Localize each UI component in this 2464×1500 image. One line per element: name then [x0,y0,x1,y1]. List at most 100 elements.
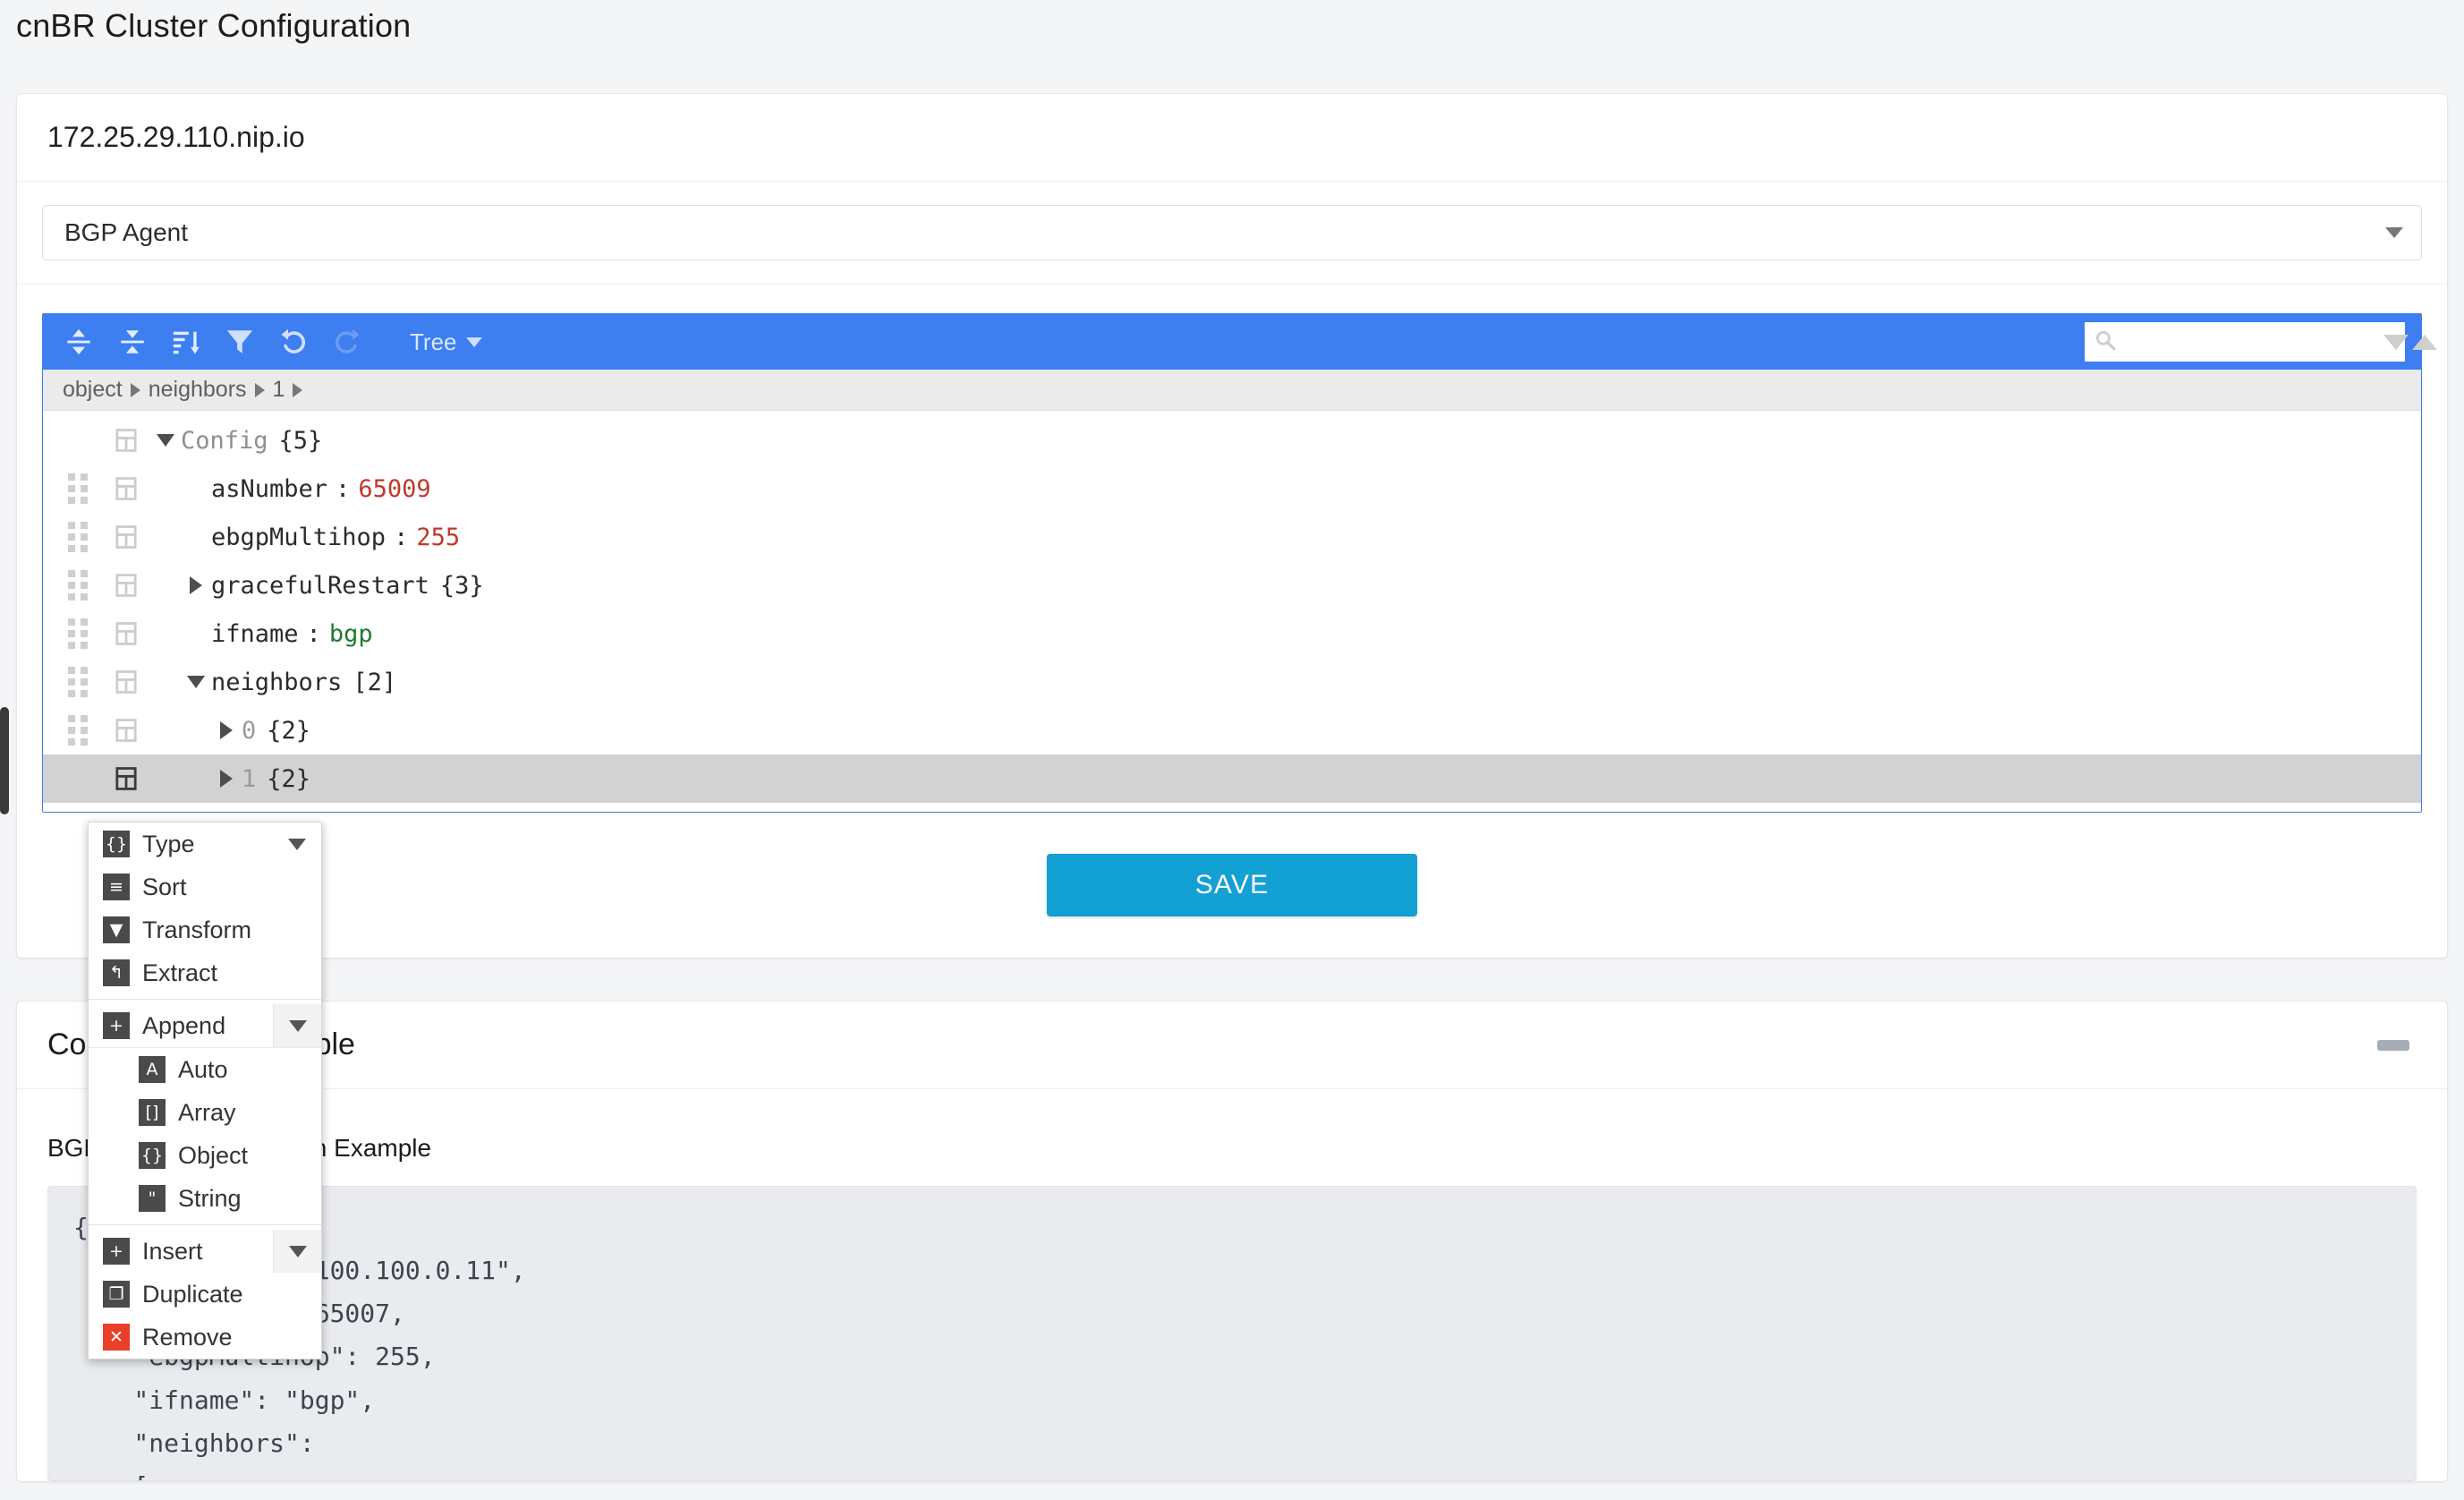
submenu-caret-icon[interactable] [273,822,321,865]
context-menu-item-label: Remove [142,1323,233,1351]
page-scrollbar-thumb[interactable] [0,707,9,814]
triangle-right-icon[interactable] [211,721,242,739]
json-editor-wrap: Tree object neighbors 1 Config {5} asNum… [17,285,2447,813]
redo-icon[interactable] [322,321,372,362]
context-menu-item-append[interactable]: + Append [89,1004,321,1047]
tree-row-value[interactable]: [2] [353,669,396,696]
close-x-icon: ✕ [103,1324,130,1351]
tree-row-content: ifname: bgp [181,620,373,648]
sort-icon[interactable] [161,321,211,362]
context-menu-item-label: Duplicate [142,1280,243,1308]
tree-row-value[interactable]: bgp [329,620,373,648]
minus-icon[interactable] [2377,1039,2409,1051]
context-menu-item-extract[interactable]: ↰ Extract [89,951,321,994]
submenu-caret-icon[interactable] [273,1004,321,1047]
triangle-down-icon[interactable] [181,676,211,688]
json-search-box[interactable] [2085,322,2437,362]
tree-row-key[interactable]: 1 [242,765,256,793]
tree-row-content: 0 {2} [211,717,310,745]
duplicate-icon: ❐ [103,1281,130,1308]
drag-handle-icon[interactable] [68,570,102,601]
json-editor: Tree object neighbors 1 Config {5} asNum… [42,313,2437,813]
context-menu-divider [89,1224,321,1225]
context-menu-item-string[interactable]: " String [124,1177,321,1220]
row-menu-icon[interactable] [102,524,150,550]
tree-row[interactable]: Config {5} [43,416,2421,464]
row-menu-icon[interactable] [102,766,150,791]
triangle-up-icon[interactable] [2412,334,2437,350]
context-menu-item-label: String [178,1184,242,1212]
context-menu-item-type[interactable]: {} Type [89,822,321,865]
breadcrumb-item[interactable]: neighbors [149,377,247,403]
row-menu-icon[interactable] [102,718,150,743]
context-menu-item-remove[interactable]: ✕ Remove [89,1316,321,1359]
tree-node-context-menu[interactable]: {} Type ≡ Sort ▼ Transform ↰ Extract + Append A Aut… [88,822,322,1359]
triangle-right-icon[interactable] [181,576,211,594]
expand-all-icon[interactable] [54,321,104,362]
context-menu-item-transform[interactable]: ▼ Transform [89,908,321,951]
collapse-all-icon[interactable] [107,321,157,362]
drag-handle-icon[interactable] [68,715,102,746]
tree-row-content: asNumber:65009 [181,475,431,503]
page-title: cnBR Cluster Configuration [16,7,412,44]
chevron-down-icon [465,337,482,347]
save-button[interactable]: SAVE [1047,854,1417,916]
triangle-down-icon[interactable] [150,434,181,447]
agent-select[interactable]: BGP Agent [42,205,2422,260]
breadcrumb-item[interactable]: object [63,377,123,403]
context-menu-item-object[interactable]: {} Object [124,1134,321,1177]
tree-row-value[interactable]: 255 [416,524,460,551]
tree-row-key[interactable]: gracefulRestart [211,572,429,600]
context-menu-item-label: Auto [178,1055,228,1083]
tree-row[interactable]: 0 {2} [43,706,2421,754]
chevron-down-icon [2385,227,2403,238]
tree-row-value[interactable]: {5} [279,427,323,455]
row-menu-icon[interactable] [102,573,150,598]
tree-row-key[interactable]: ifname [211,620,299,648]
drag-handle-icon[interactable] [68,473,102,504]
tree-row-key[interactable]: 0 [242,717,256,745]
tree-row-key[interactable]: ebgpMultihop [211,524,386,551]
triangle-right-icon[interactable] [211,770,242,788]
tree-row-value[interactable]: {2} [267,717,310,745]
context-menu-item-duplicate[interactable]: ❐ Duplicate [89,1273,321,1316]
tree-row-value[interactable]: {2} [267,765,310,793]
example-card-body: BGP Agent Configuration Example { "agent… [17,1089,2447,1481]
breadcrumb-item[interactable]: 1 [273,377,285,403]
tree-row[interactable]: gracefulRestart {3} [43,561,2421,609]
tree-row[interactable]: asNumber:65009 [43,464,2421,513]
search-input[interactable] [2122,329,2383,354]
context-menu-item-sort[interactable]: ≡ Sort [89,865,321,908]
undo-icon[interactable] [268,321,319,362]
tree-row[interactable]: neighbors [2] [43,658,2421,706]
row-menu-icon[interactable] [102,476,150,501]
save-area: SAVE [17,813,2447,958]
tree-row-key[interactable]: Config [181,427,268,455]
context-menu-item-insert[interactable]: + Insert [89,1230,321,1273]
tree-row[interactable]: 1 {2} [43,754,2421,803]
chevron-right-icon [130,382,140,397]
context-menu-item-array[interactable]: [] Array [124,1091,321,1134]
tree-row[interactable]: ebgpMultihop:255 [43,513,2421,561]
tree-row-value[interactable]: {3} [440,572,484,600]
submenu-caret-icon[interactable] [273,1230,321,1273]
drag-handle-icon[interactable] [68,618,102,649]
extract-arrow-icon: ↰ [103,959,130,986]
tree-row-value[interactable]: 65009 [358,475,430,503]
triangle-down-icon[interactable] [2383,334,2409,350]
example-subtitle: BGP Agent Configuration Example [47,1134,432,1162]
row-menu-icon[interactable] [102,669,150,695]
tree-row-key[interactable]: asNumber [211,475,327,503]
drag-handle-icon[interactable] [68,522,102,552]
row-menu-icon[interactable] [102,621,150,646]
editor-mode-dropdown[interactable]: Tree [410,328,482,356]
context-menu-item-auto[interactable]: A Auto [124,1048,321,1091]
tree-row[interactable]: ifname: bgp [43,609,2421,658]
tree-row-content: ebgpMultihop:255 [181,524,460,551]
chevron-right-icon [254,382,265,397]
drag-handle-icon[interactable] [68,667,102,697]
tree-row-key[interactable]: neighbors [211,669,342,696]
filter-icon[interactable] [215,321,265,362]
row-menu-icon[interactable] [102,428,150,453]
search-nav[interactable] [2383,334,2437,350]
